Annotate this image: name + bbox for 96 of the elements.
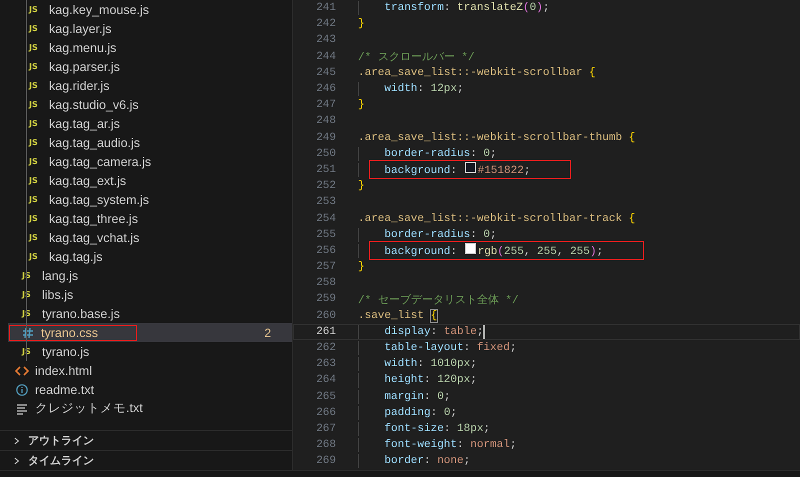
code-line: transform: translateZ(0); xyxy=(358,1,550,16)
line-number: 243 xyxy=(315,34,337,46)
code-line: border-radius: 0; xyxy=(358,228,497,242)
file-item[interactable]: JS kag.tag_camera.js xyxy=(8,152,292,171)
js-file-icon: JS xyxy=(29,138,43,147)
line-number: 250 xyxy=(315,148,337,160)
code-line: /* セーブデータリスト全体 */ xyxy=(358,292,519,307)
line-number: 254 xyxy=(315,212,337,225)
color-swatch[interactable] xyxy=(464,162,476,174)
info-icon xyxy=(15,384,29,396)
line-number: 262 xyxy=(315,342,337,354)
code-line: .area_save_list::-webkit-scrollbar { xyxy=(358,66,596,80)
code-line: border-radius: 0; xyxy=(358,146,497,161)
js-file-icon: JS xyxy=(29,252,43,261)
line-number: 257 xyxy=(315,261,337,274)
highlight-box: tyrano.css xyxy=(9,324,137,340)
line-number: 246 xyxy=(315,83,337,96)
js-file-icon: JS xyxy=(29,195,43,204)
code-editor[interactable] xyxy=(293,0,800,470)
file-item[interactable]: readme.txt xyxy=(8,380,292,399)
code-line: .area_save_list::-webkit-scrollbar-track { xyxy=(358,212,636,226)
text-lines-icon xyxy=(15,402,29,414)
file-item[interactable]: index.html xyxy=(8,361,292,380)
code-line: font-weight: normal; xyxy=(358,438,516,452)
code-line: width: 12px; xyxy=(358,82,464,96)
file-item[interactable]: JS kag.rider.js xyxy=(8,76,292,95)
code-line: background: rgb(255, 255, 255); xyxy=(358,244,644,258)
file-item[interactable]: JS kag.tag_audio.js xyxy=(8,133,292,152)
line-number: 259 xyxy=(315,293,337,306)
file-item[interactable]: クレジットメモ.txt xyxy=(8,399,292,418)
line-number: 244 xyxy=(315,50,337,63)
line-number: 253 xyxy=(315,196,337,208)
line-number: 256 xyxy=(315,244,337,257)
line-number: 255 xyxy=(315,228,337,241)
line-number: 247 xyxy=(315,99,337,112)
js-file-icon: JS xyxy=(29,24,43,33)
code-line: } xyxy=(358,17,365,32)
js-file-icon: JS xyxy=(29,119,43,128)
line-number: 261 xyxy=(315,326,337,338)
line-number: 269 xyxy=(315,455,337,468)
file-item[interactable]: JS kag.menu.js xyxy=(8,38,292,57)
line-number: 265 xyxy=(315,390,337,403)
file-item[interactable]: tyrano.css 2 xyxy=(8,323,292,342)
js-file-icon: JS xyxy=(29,176,43,185)
js-file-icon: JS xyxy=(29,5,43,14)
code-line: .save_list { xyxy=(358,308,438,323)
line-number: 258 xyxy=(315,277,337,290)
line-number: 266 xyxy=(315,406,337,419)
code-line: display: table; xyxy=(358,324,485,339)
code-line: background: #151822; xyxy=(358,162,570,178)
code-line: font-size: 18px; xyxy=(358,422,490,436)
line-number: 251 xyxy=(315,164,337,176)
hash-icon xyxy=(21,326,35,338)
file-item[interactable]: JS kag.tag_ext.js xyxy=(8,171,292,190)
js-file-icon: JS xyxy=(29,100,43,109)
line-number: 252 xyxy=(315,180,337,192)
code-brackets-icon xyxy=(15,364,29,376)
file-item[interactable]: JS kag.studio_v6.js xyxy=(8,95,292,114)
code-line: border: none; xyxy=(358,454,470,468)
js-file-icon: JS xyxy=(29,62,43,71)
line-number: 248 xyxy=(315,115,337,128)
js-file-icon: JS xyxy=(29,233,43,242)
code-line: .area_save_list::-webkit-scrollbar-thumb { xyxy=(358,130,636,145)
line-number: 241 xyxy=(315,2,337,14)
line-number: 242 xyxy=(315,18,337,30)
file-item[interactable]: JS kag.layer.js xyxy=(8,19,292,38)
line-number: 249 xyxy=(315,132,337,144)
code-line: } xyxy=(358,179,365,194)
js-file-icon: JS xyxy=(29,81,43,90)
code-line: table-layout: fixed; xyxy=(358,340,516,356)
code-line: } xyxy=(358,98,365,112)
code-line: margin: 0; xyxy=(358,390,450,404)
code-line: /* スクロールバー */ xyxy=(358,51,475,64)
file-item[interactable]: JS kag.tag_vchat.js xyxy=(8,228,292,247)
line-number: 245 xyxy=(315,66,337,79)
line-number: 263 xyxy=(315,358,337,370)
file-item[interactable]: JS kag.tag_three.js xyxy=(8,209,292,228)
code-line: width: 1010px; xyxy=(358,357,477,372)
color-swatch[interactable] xyxy=(464,243,476,254)
file-item[interactable]: JS kag.tag.js xyxy=(8,247,292,266)
code-line: padding: 0; xyxy=(358,406,458,420)
file-item[interactable]: JS kag.key_mouse.js xyxy=(8,0,292,19)
line-number: 260 xyxy=(315,310,337,322)
file-item[interactable]: JS kag.tag_system.js xyxy=(8,190,292,209)
code-line: height: 120px; xyxy=(358,373,477,388)
js-file-icon: JS xyxy=(29,43,43,52)
js-file-icon: JS xyxy=(29,214,43,223)
line-number: 264 xyxy=(315,374,337,386)
problem-count: 2 xyxy=(264,326,271,340)
js-file-icon: JS xyxy=(29,157,43,166)
file-item[interactable]: JS kag.tag_ar.js xyxy=(8,114,292,133)
code-line: } xyxy=(358,260,365,274)
line-number: 267 xyxy=(315,422,337,435)
line-number: 268 xyxy=(315,439,337,452)
file-item[interactable]: JS kag.parser.js xyxy=(8,57,292,76)
panel-header[interactable]: アウトライン xyxy=(0,430,292,450)
